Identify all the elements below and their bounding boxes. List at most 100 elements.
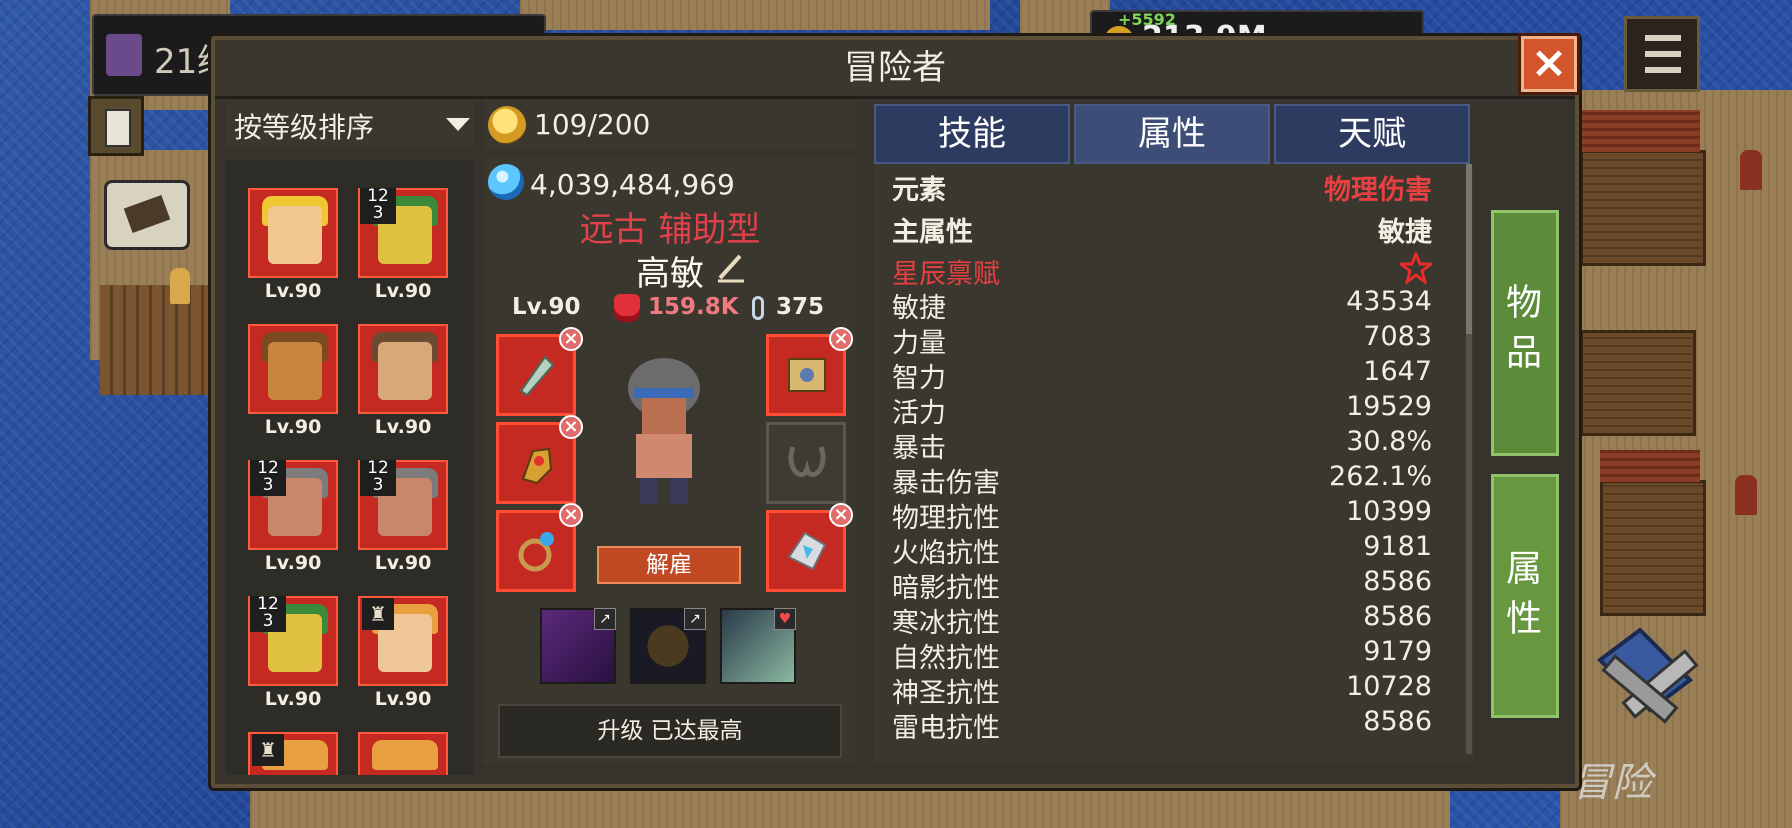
stat-value: 7083 (1363, 321, 1432, 352)
skill-slot-feather[interactable]: ♥ (720, 608, 796, 684)
hero-star-badge: 12 3 (360, 460, 396, 496)
npc-sprite (170, 268, 190, 304)
stat-value: 10399 (1346, 496, 1432, 527)
stat-label: 火焰抗性 (892, 538, 1000, 569)
close-icon: × (1530, 37, 1568, 88)
unequip-icon[interactable]: × (559, 503, 583, 527)
hero-card[interactable]: 12 3 Lv.90 (248, 460, 340, 580)
stat-value: 43534 (1346, 286, 1432, 317)
gem-amount: 4,039,484,969 (530, 168, 735, 201)
adventure-label[interactable]: 冒险 (1572, 750, 1652, 808)
gold-gain-popup: +5592 (1118, 10, 1176, 29)
stat-label: 神圣抗性 (892, 678, 1000, 709)
stat-value: 敏捷 (1378, 217, 1432, 248)
stat-row: 寒冰抗性 8586 (892, 601, 1432, 639)
attribute-scrollbar[interactable] (1466, 164, 1472, 754)
equip-slot-ring[interactable]: × (496, 503, 583, 592)
hero-defense: 375 (776, 294, 825, 320)
unequip-icon[interactable]: × (829, 503, 853, 527)
stat-row: 敏捷 43534 (892, 286, 1432, 324)
hero-list[interactable]: Lv.90 12 3 Lv.90 Lv.90 Lv.90 12 3 Lv.90 (226, 160, 474, 775)
building (1580, 330, 1696, 436)
edit-name-icon[interactable] (716, 250, 746, 284)
tab-talents[interactable]: 天赋 (1274, 104, 1470, 164)
equip-slot-weapon[interactable]: × (496, 327, 583, 416)
npc-sprite (1740, 150, 1762, 190)
dismiss-button[interactable]: 解雇 (597, 546, 741, 584)
unequip-icon[interactable]: × (559, 327, 583, 351)
hero-card[interactable]: 12 3 Lv.90 (358, 460, 450, 580)
sort-dropdown[interactable]: 按等级排序 (226, 100, 474, 148)
hero-character-sprite (604, 348, 724, 508)
stat-row: 火焰抗性 9181 (892, 531, 1432, 569)
attribute-list[interactable]: 元素 物理伤害 主属性 敏捷 星辰禀赋 敏捷 43534 力量 7083 智力 164… (874, 164, 1474, 764)
scroll-icon (788, 358, 826, 392)
close-button[interactable]: × (1521, 36, 1577, 92)
hero-card[interactable]: Lv.90 (248, 188, 340, 308)
helmet-badge-icon: ♜ (252, 734, 284, 766)
stat-label: 敏捷 (892, 293, 946, 324)
hero-stats-summary: Lv.90 159.8K 375 (484, 292, 856, 326)
stat-value: 9181 (1363, 531, 1432, 562)
chevron-down-icon (446, 118, 470, 131)
hero-card[interactable]: ♜ (248, 732, 340, 775)
menu-line (1645, 51, 1681, 57)
hero-card[interactable]: 12 3 Lv.90 (358, 188, 450, 308)
tab-attributes[interactable]: 属性 (1074, 104, 1270, 164)
stat-label: 暴击伤害 (892, 468, 1000, 499)
stat-value: 8586 (1363, 566, 1432, 597)
hero-portrait (358, 324, 448, 414)
stat-label: 力量 (892, 328, 946, 359)
stat-value: 10728 (1346, 671, 1432, 702)
power-fist-icon (614, 294, 640, 322)
hero-portrait (358, 732, 448, 775)
defense-icon (752, 296, 764, 320)
hero-card[interactable] (358, 732, 450, 775)
stat-label: 元素 (892, 175, 946, 206)
helmet-badge-icon: ♜ (362, 598, 394, 630)
stat-row: 暗影抗性 8586 (892, 566, 1432, 604)
hero-level: Lv.90 (374, 552, 432, 574)
tab-skills[interactable]: 技能 (874, 104, 1070, 164)
stat-row-star-talent[interactable]: 星辰禀赋 (892, 249, 1436, 290)
skill-slot-shadow[interactable]: ↗ (540, 608, 616, 684)
hero-card[interactable]: Lv.90 (248, 324, 340, 444)
equip-slot-rune[interactable]: × (766, 503, 853, 592)
equip-slot-offhand[interactable]: × (496, 415, 583, 504)
hero-capacity-text: 109/200 (534, 108, 651, 141)
unequip-icon[interactable]: × (559, 415, 583, 439)
unequip-icon[interactable]: × (829, 327, 853, 351)
crown-icon (106, 34, 142, 76)
quest-clipboard-button[interactable] (88, 96, 144, 156)
hero-level: Lv.90 (264, 688, 322, 710)
skill-slot-halo[interactable]: ↗ (630, 608, 706, 684)
stat-value: 8586 (1363, 706, 1432, 737)
attributes-button-label: 属性 (1500, 549, 1541, 649)
building (1580, 150, 1706, 266)
scrollbar-thumb[interactable] (1466, 164, 1472, 334)
detail-tabs: 技能 属性 天赋 (874, 104, 1474, 164)
equip-slot-scroll[interactable]: × (766, 327, 853, 416)
hero-level-text: Lv.90 (512, 294, 581, 320)
stat-label: 雷电抗性 (892, 713, 1000, 744)
wooden-dock (100, 285, 210, 395)
attributes-button[interactable]: 属性 (1491, 474, 1559, 718)
stat-label: 物理抗性 (892, 503, 1000, 534)
hero-hair (372, 740, 438, 770)
items-button[interactable]: 物品 (1491, 210, 1559, 456)
equip-slot-necklace-empty[interactable] (766, 422, 846, 504)
hero-face (378, 342, 432, 400)
stat-value: 19529 (1346, 391, 1432, 422)
stat-value: 30.8% (1346, 426, 1432, 457)
stat-label: 活力 (892, 398, 946, 429)
adventure-swords-icon[interactable] (1580, 620, 1710, 770)
sort-label: 按等级排序 (234, 111, 375, 144)
hero-name: 高敏 (484, 246, 856, 295)
main-menu-button[interactable] (1624, 16, 1700, 92)
speech-bubble-hammer-icon[interactable] (104, 180, 190, 250)
hero-card[interactable]: ♜ Lv.90 (358, 596, 450, 716)
hero-card[interactable]: Lv.90 (358, 324, 450, 444)
hero-level: Lv.90 (264, 280, 322, 302)
hero-card[interactable]: 12 3 Lv.90 (248, 596, 340, 716)
hero-star-badge: 12 3 (360, 188, 396, 224)
